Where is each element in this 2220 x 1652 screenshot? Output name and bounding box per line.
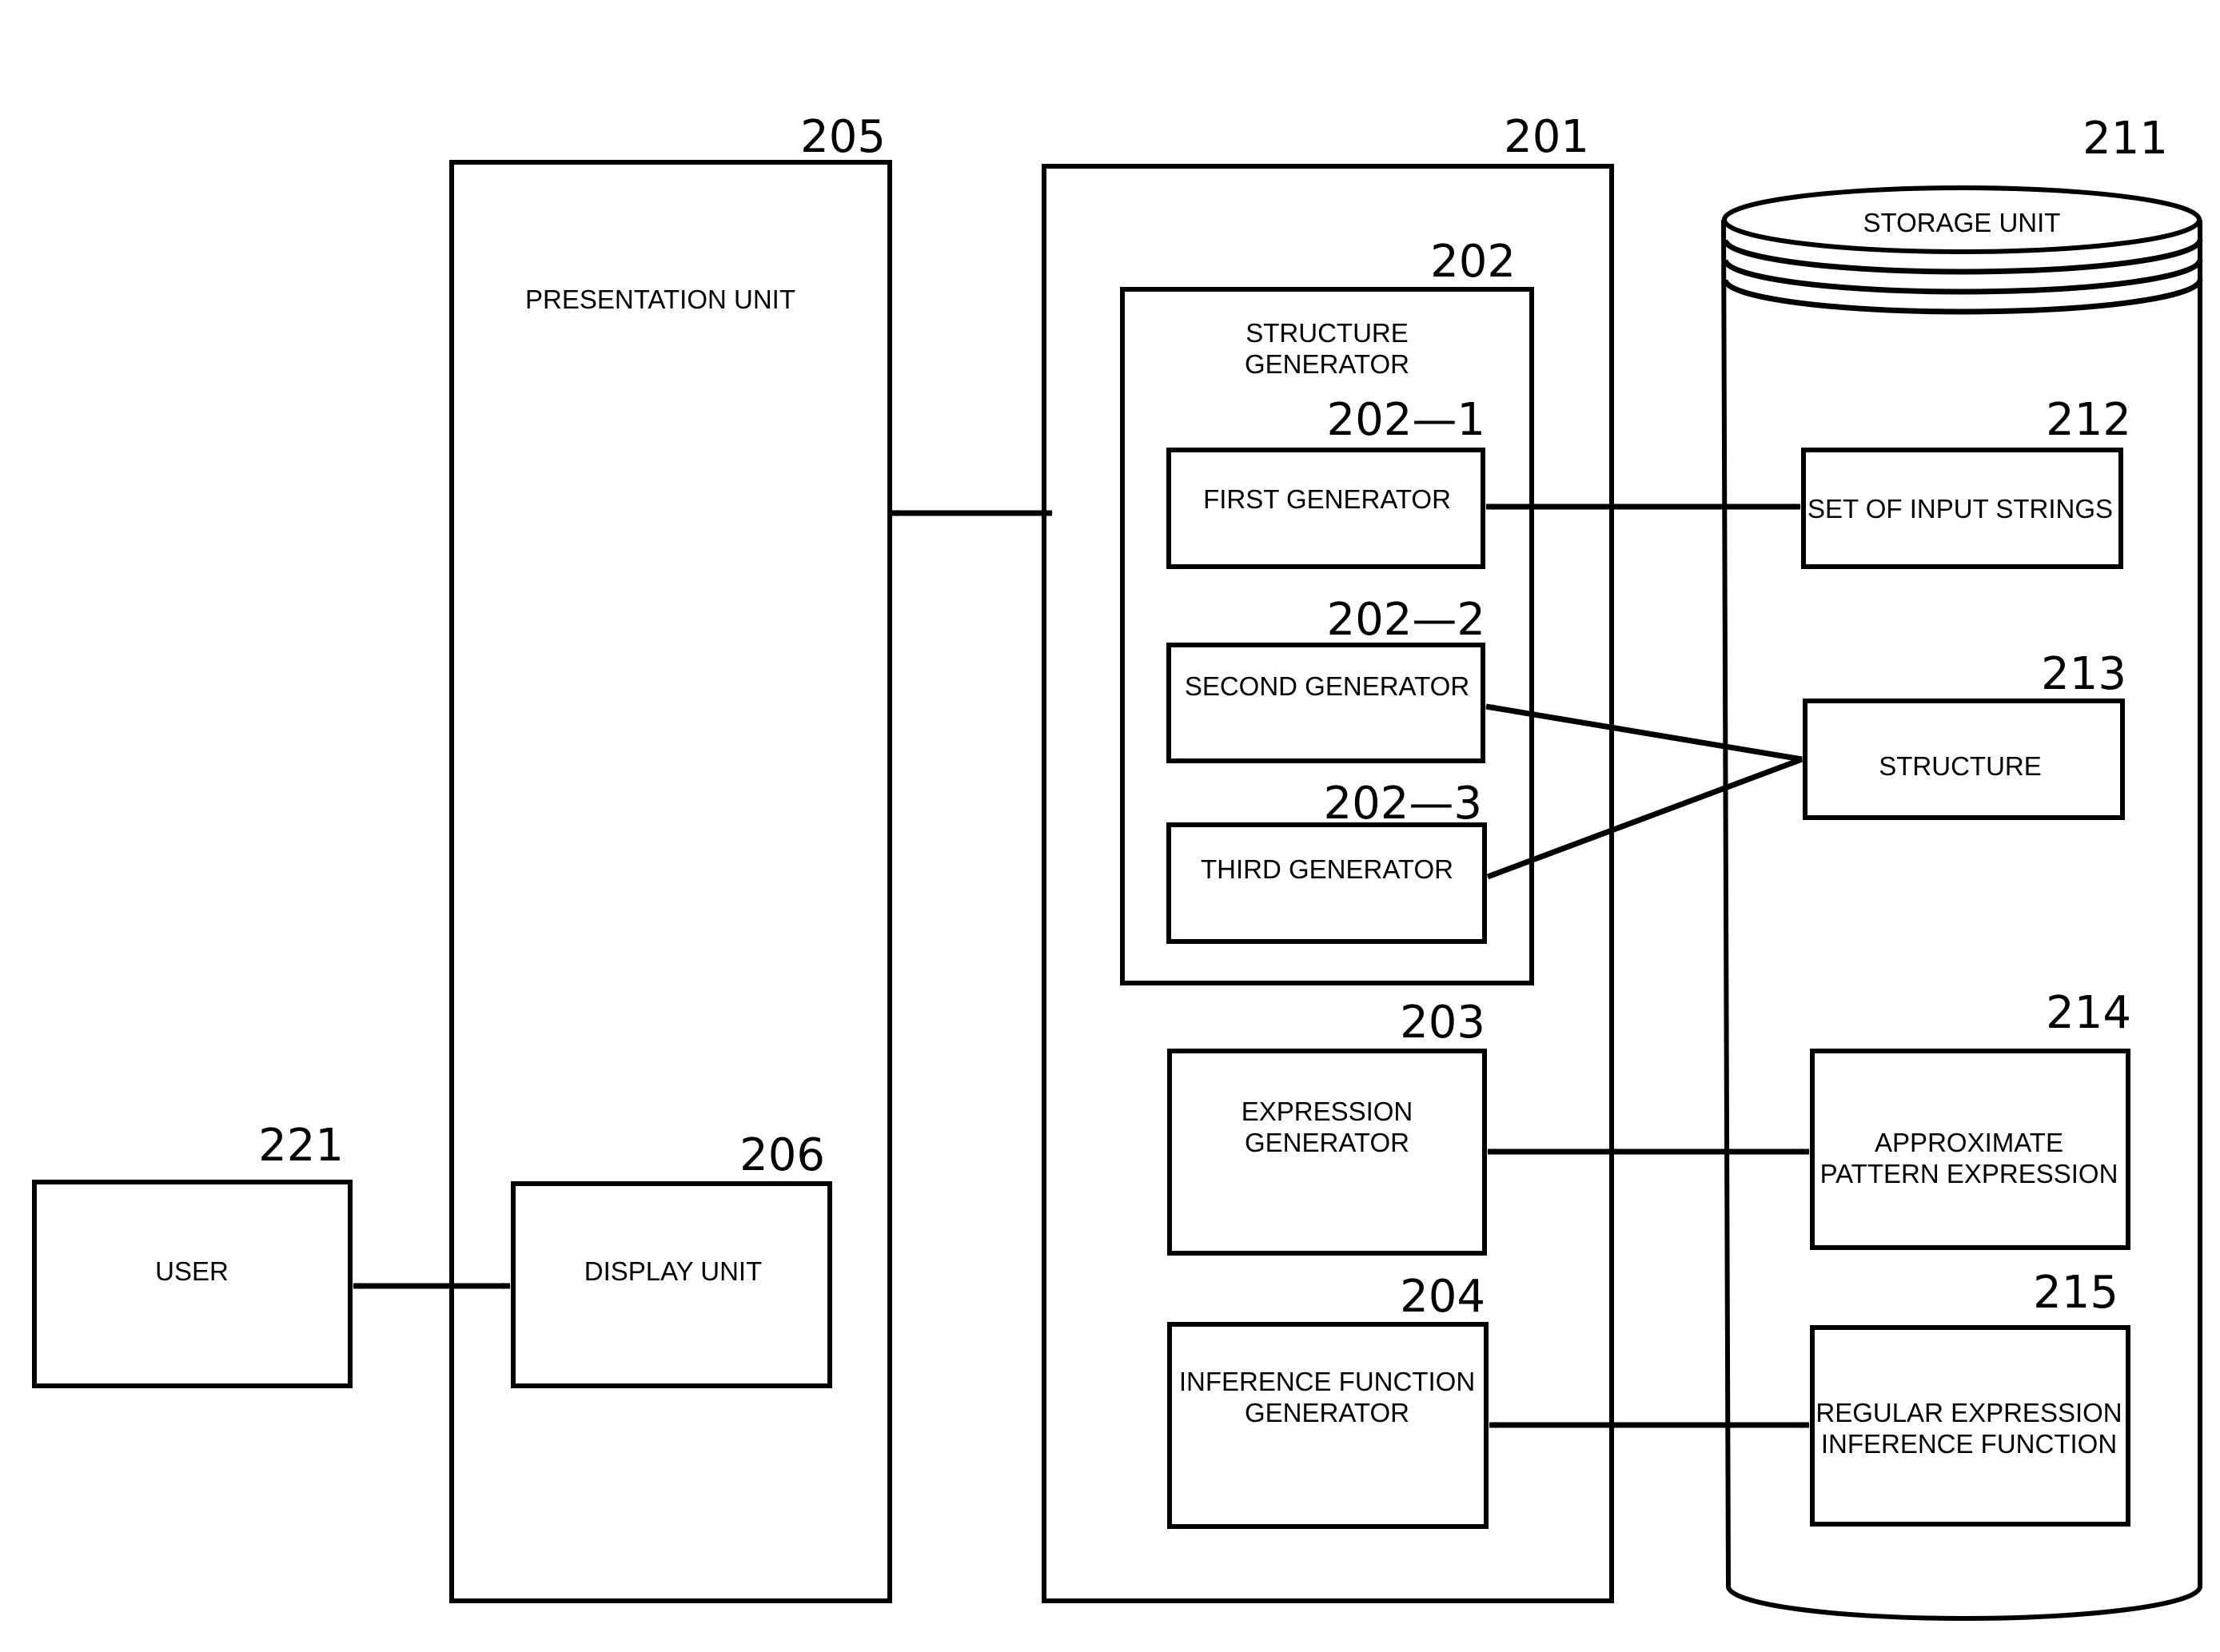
ref-212: 212 [2046,394,2131,446]
first-generator-label: FIRST GENERATOR [1203,484,1451,514]
inference-function-generator-label-line1: INFERENCE FUNCTION [1179,1367,1475,1396]
ref-203: 203 [1400,997,1485,1049]
third-generator-label: THIRD GENERATOR [1201,854,1453,884]
user-box: 221 USER [32,1120,353,1388]
ref-211: 211 [2082,113,2168,165]
ref-213: 213 [2041,648,2126,700]
approximate-pattern-expression-label-line1: APPROXIMATE [1875,1128,2063,1157]
ref-214: 214 [2046,987,2131,1039]
ref-202: 202 [1430,236,1516,288]
structure-generator-label-line1: STRUCTURE [1246,318,1409,348]
ref-204: 204 [1400,1271,1485,1323]
user-label: USER [155,1256,229,1286]
ref-215: 215 [2033,1267,2118,1319]
inference-function-generator-label-line2: GENERATOR [1245,1398,1409,1427]
structure-label: STRUCTURE [1879,751,2042,781]
block-diagram: 205 PRESENTATION UNIT 206 DISPLAY UNIT 2… [32,111,2203,1621]
display-unit-label: DISPLAY UNIT [584,1256,763,1286]
expression-generator-label-line2: GENERATOR [1245,1128,1409,1157]
regular-expression-inference-function-label-line1: REGULAR EXPRESSION [1815,1398,2122,1427]
ref-201: 201 [1504,111,1589,163]
storage-unit-label: STORAGE UNIT [1863,208,2061,237]
presentation-unit-label: PRESENTATION UNIT [525,285,795,314]
ref-202-2: 202—2 [1326,594,1485,646]
ref-202-3: 202—3 [1323,778,1482,830]
set-of-input-strings-label: SET OF INPUT STRINGS [1807,494,2113,523]
ref-202-1: 202—1 [1326,394,1485,446]
second-generator-label: SECOND GENERATOR [1185,671,1469,701]
ref-206: 206 [739,1129,825,1181]
expression-generator-label-line1: EXPRESSION [1242,1097,1413,1126]
ref-221: 221 [258,1120,344,1172]
approximate-pattern-expression-label-line2: PATTERN EXPRESSION [1820,1159,2118,1188]
ref-205: 205 [800,111,886,163]
regular-expression-inference-function-label-line2: INFERENCE FUNCTION [1821,1429,2117,1459]
structure-generator-label-line2: GENERATOR [1245,349,1409,379]
